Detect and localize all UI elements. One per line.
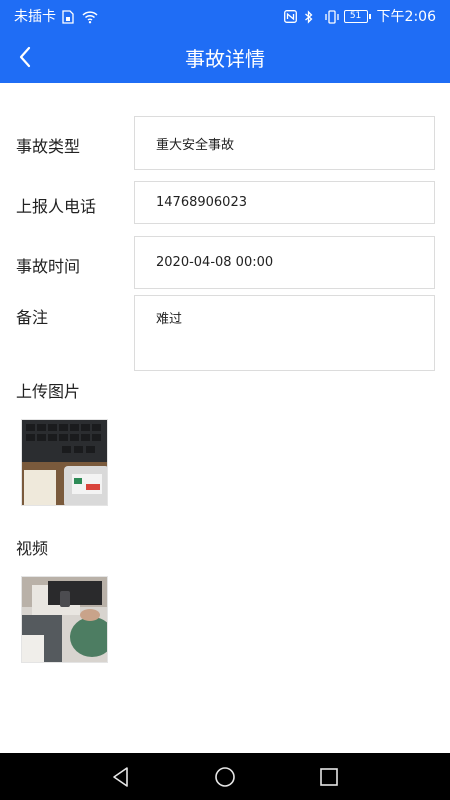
note-value: 难过 — [156, 312, 183, 327]
note-label: 备注 — [16, 308, 49, 327]
status-bar: 未插卡 51 下午2:06 — [0, 0, 450, 32]
note-field[interactable]: 难过 — [134, 295, 435, 371]
bluetooth-icon — [304, 10, 318, 24]
keyboard-photo-image — [22, 420, 107, 505]
accident-type-field[interactable]: 重大安全事故 — [134, 116, 435, 170]
clock-text: 下午2:06 — [376, 9, 436, 25]
battery-level: 51 — [343, 9, 368, 23]
vibrate-icon — [324, 10, 339, 24]
back-triangle-icon — [113, 766, 128, 787]
status-left: 未插卡 — [14, 6, 98, 26]
home-circle-icon — [215, 766, 235, 787]
video-label: 视频 — [16, 539, 49, 558]
accident-type-value: 重大安全事故 — [156, 137, 235, 153]
battery-icon: 51 — [343, 9, 371, 23]
video-thumbnail[interactable] — [21, 576, 108, 663]
nfc-icon — [283, 10, 298, 23]
page-title: 事故详情 — [185, 47, 265, 71]
uploaded-image-thumbnail[interactable] — [21, 419, 108, 506]
status-right: 51 下午2:06 — [283, 6, 436, 26]
nav-recent-button[interactable] — [316, 764, 342, 790]
title-bar: 事故详情 — [0, 32, 450, 83]
nav-home-button[interactable] — [212, 764, 238, 790]
back-button[interactable] — [10, 42, 40, 72]
desk-video-image — [22, 577, 107, 662]
system-nav-bar — [0, 753, 450, 800]
wifi-icon — [82, 10, 98, 24]
accident-time-label: 事故时间 — [16, 257, 81, 276]
back-arrow-icon — [19, 46, 31, 68]
app-header: 未插卡 51 下午2:06 事故详情 — [0, 0, 450, 83]
reporter-phone-label: 上报人电话 — [16, 197, 97, 216]
recent-square-icon — [320, 767, 338, 786]
carrier-text: 未插卡 — [14, 9, 56, 25]
nav-back-button[interactable] — [108, 764, 134, 790]
reporter-phone-field[interactable]: 14768906023 — [134, 181, 435, 224]
accident-type-label: 事故类型 — [16, 137, 81, 156]
accident-time-field[interactable]: 2020-04-08 00:00 — [134, 236, 435, 289]
accident-time-value: 2020-04-08 00:00 — [156, 255, 274, 270]
reporter-phone-value: 14768906023 — [156, 195, 247, 210]
upload-image-label: 上传图片 — [16, 382, 81, 401]
sim-icon — [62, 10, 76, 24]
